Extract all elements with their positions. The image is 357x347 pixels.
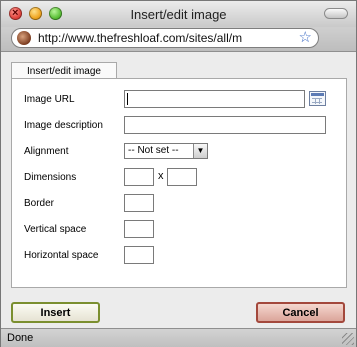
insert-button[interactable]: Insert — [11, 302, 100, 323]
resize-grip-icon[interactable] — [342, 333, 354, 345]
image-description-label: Image description — [24, 120, 103, 131]
horizontal-space-input[interactable] — [124, 246, 154, 264]
text-caret — [127, 93, 128, 105]
image-url-input[interactable] — [124, 90, 305, 108]
image-description-input[interactable] — [124, 116, 326, 134]
url-text: http://www.thefreshloaf.com/sites/all/m — [38, 31, 243, 45]
vertical-space-label: Vertical space — [24, 224, 87, 235]
address-bar: http://www.thefreshloaf.com/sites/all/m … — [1, 27, 356, 52]
browse-icon[interactable] — [309, 91, 326, 106]
horizontal-space-label: Horizontal space — [24, 250, 99, 261]
dimensions-separator: x — [158, 170, 164, 182]
border-label: Border — [24, 198, 55, 209]
url-field[interactable]: http://www.thefreshloaf.com/sites/all/m … — [11, 28, 319, 48]
chevron-down-icon: ▼ — [193, 144, 207, 158]
popup-window: × Insert/edit image http://www.thefreshl… — [0, 0, 357, 347]
status-text: Done — [7, 332, 34, 344]
star-icon[interactable]: ☆ — [299, 29, 312, 47]
window-title: Insert/edit image — [130, 7, 227, 22]
image-url-label: Image URL — [24, 94, 75, 105]
alignment-select[interactable]: -- Not set -- ▼ — [124, 143, 208, 159]
title-bar[interactable]: × Insert/edit image — [1, 1, 356, 27]
alignment-label: Alignment — [24, 146, 69, 157]
toolbar-toggle-button[interactable] — [324, 8, 348, 19]
vertical-space-input[interactable] — [124, 220, 154, 238]
status-bar: Done — [1, 328, 356, 347]
tab-insert-edit-image[interactable]: Insert/edit image — [11, 62, 117, 79]
site-favicon-icon — [17, 31, 31, 45]
alignment-selected-value: -- Not set -- — [128, 145, 179, 156]
width-input[interactable] — [124, 168, 154, 186]
border-input[interactable] — [124, 194, 154, 212]
form-panel: Image URL Image description Alignment --… — [11, 78, 347, 288]
dimensions-label: Dimensions — [24, 172, 77, 183]
height-input[interactable] — [167, 168, 197, 186]
cancel-button[interactable]: Cancel — [256, 302, 345, 323]
